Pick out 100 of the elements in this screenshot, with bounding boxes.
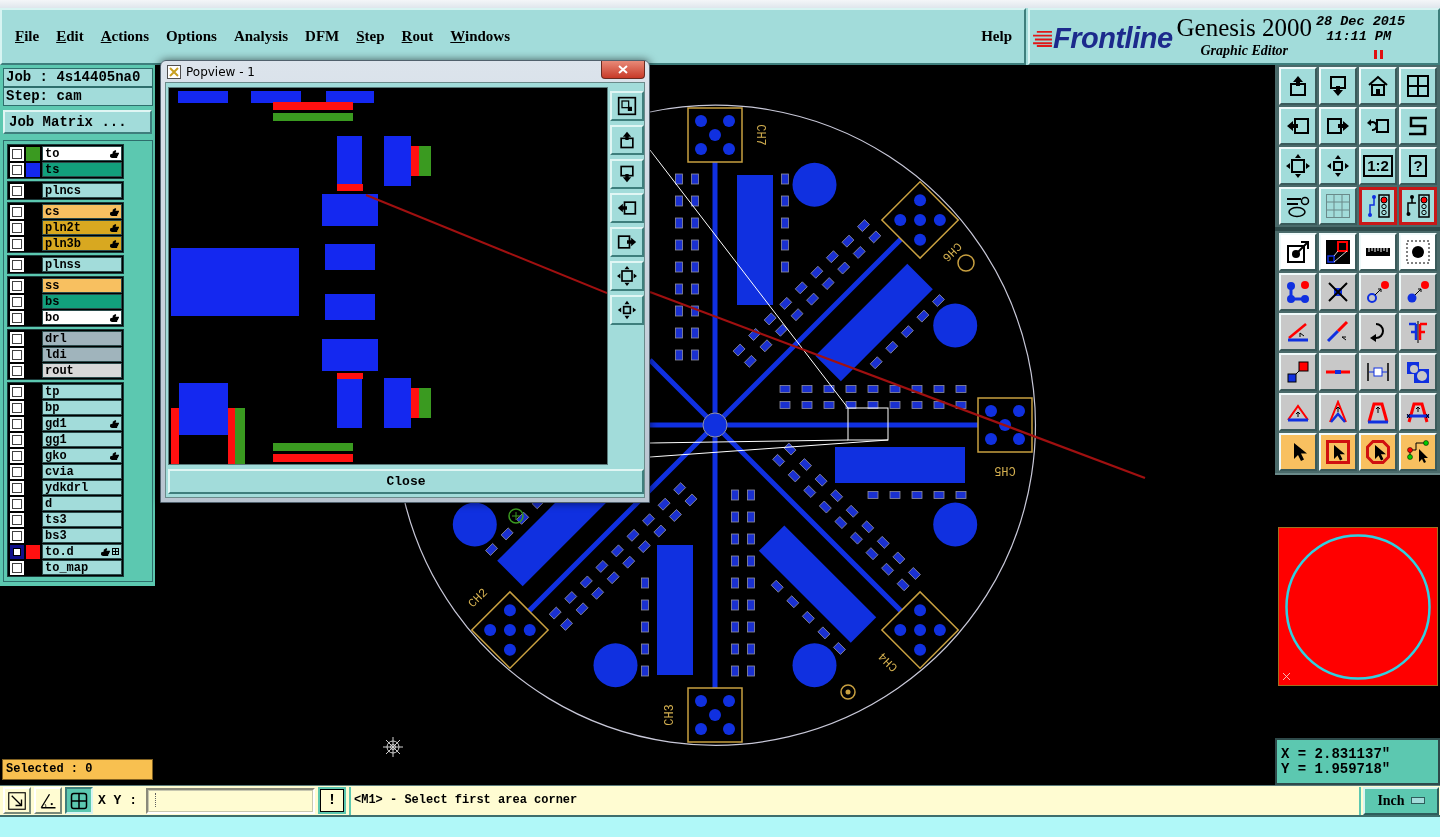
layer-name[interactable]: bs [42, 294, 122, 309]
layer-checkbox[interactable] [9, 257, 24, 272]
angle-icon [39, 791, 57, 810]
layer-checkbox[interactable] [9, 432, 24, 447]
layer-checkbox[interactable] [9, 384, 24, 399]
layer-checkbox[interactable] [9, 496, 24, 511]
marker-strip [337, 184, 363, 191]
close-dialog-button[interactable]: Close [168, 469, 644, 494]
layer-name[interactable]: cvia [42, 464, 122, 479]
edge-strip [419, 388, 431, 418]
layer-name[interactable]: d [42, 496, 122, 511]
arch-icon [1366, 400, 1390, 424]
layer-checkbox[interactable] [9, 480, 24, 495]
center-icon [1326, 154, 1350, 178]
layer-name[interactable]: ldi [42, 347, 122, 362]
layer-name[interactable]: rout [42, 363, 122, 378]
edge-strip [235, 408, 245, 464]
layer-checkbox[interactable] [9, 278, 24, 293]
marker-strip [228, 408, 235, 464]
xy-input-field[interactable] [146, 787, 315, 814]
connect-nodes-icon [1286, 280, 1310, 304]
connector-pad [687, 107, 743, 163]
layer-checkbox[interactable] [9, 560, 24, 575]
layer-checkbox[interactable] [9, 363, 24, 378]
layer-name[interactable]: to_map [42, 560, 122, 575]
channel-label: CH4 [875, 649, 901, 675]
popview-tool-button[interactable] [610, 159, 644, 189]
menu-item[interactable]: Options [166, 28, 217, 45]
close-button[interactable] [601, 61, 645, 79]
layer-name[interactable]: gg1 [42, 432, 122, 447]
tool-button[interactable]: 1:2 [1359, 147, 1397, 185]
popview-tool-button[interactable] [610, 193, 644, 223]
popview-tool-button[interactable] [610, 125, 644, 155]
job-name-text: Job : 4s14405na0 [3, 68, 153, 87]
layer-checkbox[interactable] [9, 400, 24, 415]
job-matrix-button[interactable]: Job Matrix ... [3, 110, 152, 134]
menu-item[interactable]: Edit [56, 28, 84, 45]
menu-item[interactable]: Windows [450, 28, 511, 45]
chevron-icon [1326, 400, 1350, 424]
popview-tool-button[interactable] [610, 295, 644, 325]
menu-item[interactable]: Actions [100, 28, 150, 45]
popview-tool-button[interactable] [610, 227, 644, 257]
layer-name[interactable]: ts [42, 162, 122, 177]
layer-checkbox[interactable] [9, 544, 24, 559]
popview-tool-button[interactable] [610, 261, 644, 291]
layer-name[interactable]: ss [42, 278, 122, 293]
layer-checkbox[interactable] [9, 220, 24, 235]
layer-name[interactable]: cs [42, 204, 122, 219]
layer-name[interactable]: drl [42, 331, 122, 346]
help-menu[interactable]: Help [981, 28, 1012, 45]
tool-button[interactable] [1359, 187, 1397, 225]
layer-checkbox[interactable] [9, 416, 24, 431]
copper-pad [325, 244, 375, 270]
copper-pad [384, 136, 411, 186]
tool-button[interactable]: ? [1399, 147, 1437, 185]
layer-checkbox[interactable] [9, 146, 24, 161]
scale-icon [1286, 360, 1310, 384]
layer-name[interactable]: pln2t [42, 220, 122, 235]
popview-tool-button[interactable] [610, 91, 644, 121]
menu-item[interactable]: DFM [305, 28, 340, 45]
layer-name[interactable]: to [42, 146, 122, 161]
grid-icon [1326, 194, 1350, 218]
command-tool-button[interactable] [65, 787, 93, 814]
layer-name[interactable]: pln3b [42, 236, 122, 251]
layer-name[interactable]: gko [42, 448, 122, 463]
menu-item[interactable]: Step [356, 28, 385, 45]
layer-name[interactable]: bs3 [42, 528, 122, 543]
layer-name[interactable]: ydkdrl [42, 480, 122, 495]
layer-name[interactable]: tp [42, 384, 122, 399]
layer-name[interactable]: to.d [42, 544, 122, 559]
layer-checkbox[interactable] [9, 331, 24, 346]
alert-button[interactable]: ! [318, 787, 346, 814]
units-dropdown[interactable]: Inch [1363, 786, 1439, 815]
zoom-window-icon [617, 96, 637, 116]
layer-name[interactable]: plncs [42, 183, 122, 198]
layer-checkbox[interactable] [9, 528, 24, 543]
layer-name[interactable]: gd1 [42, 416, 122, 431]
layer-checkbox[interactable] [9, 183, 24, 198]
layer-name[interactable]: bp [42, 400, 122, 415]
layer-name[interactable]: plnss [42, 257, 122, 272]
layer-checkbox[interactable] [9, 464, 24, 479]
menu-item[interactable]: Rout [401, 28, 434, 45]
layer-checkbox[interactable] [9, 236, 24, 251]
layer-checkbox[interactable] [9, 347, 24, 362]
layer-checkbox[interactable] [9, 204, 24, 219]
time-text: 11:11 PM [1326, 29, 1392, 44]
layer-name[interactable]: ts3 [42, 512, 122, 527]
layer-checkbox[interactable] [9, 162, 24, 177]
layer-checkbox[interactable] [9, 294, 24, 309]
window-down-icon [617, 164, 637, 184]
layer-checkbox[interactable] [9, 310, 24, 325]
layer-name[interactable]: bo [42, 310, 122, 325]
menu-item[interactable]: File [15, 28, 40, 45]
layer-checkbox[interactable] [9, 448, 24, 463]
product-name: Genesis 2000 [1176, 13, 1312, 42]
tool-button[interactable] [1399, 187, 1437, 225]
text-cursor-icon [155, 792, 157, 807]
menu-item[interactable]: Analysis [233, 28, 289, 45]
layer-checkbox[interactable] [9, 512, 24, 527]
round-pad [933, 303, 978, 348]
